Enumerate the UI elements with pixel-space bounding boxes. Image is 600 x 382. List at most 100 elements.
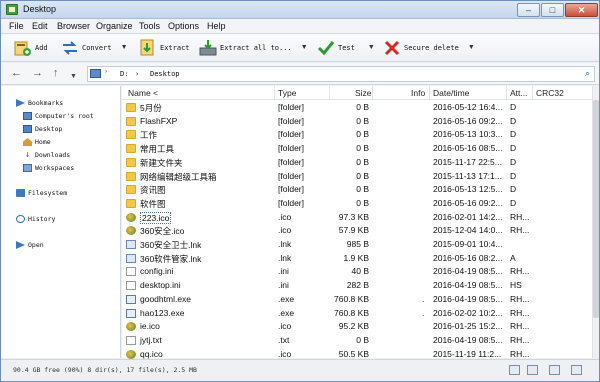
- file-name[interactable]: goodhtml.exe: [140, 294, 191, 304]
- minimize-button[interactable]: –: [517, 3, 540, 17]
- file-row[interactable]: 资讯图 [folder] 0 B 2016-05-13 12:5... D: [122, 183, 592, 197]
- col-separator[interactable]: [274, 86, 275, 100]
- file-name[interactable]: 工作: [140, 129, 157, 141]
- file-row[interactable]: 新建文件夹 [folder] 0 B 2015-11-17 22:5... D: [122, 156, 592, 170]
- file-row[interactable]: 360软件管家.lnk .lnk 1.9 KB 2016-05-16 08:2... A: [122, 252, 592, 266]
- addr-drive[interactable]: D:: [120, 70, 128, 78]
- file-row[interactable]: 360安全.ico .ico 57.9 KB 2015-12-04 14:0... RH…: [122, 224, 592, 238]
- col-info[interactable]: Info: [411, 88, 425, 98]
- file-info: .: [422, 307, 425, 318]
- file-row[interactable]: hao123.exe .exe 760.8 KB. 2016-02-02 10:2..…: [122, 307, 592, 321]
- file-name[interactable]: 资讯图: [140, 184, 166, 196]
- menu-edit[interactable]: Edit: [32, 21, 48, 31]
- file-row[interactable]: 软件图 [folder] 0 B 2016-05-16 09:2... D: [122, 197, 592, 211]
- open-section[interactable]: Open: [16, 241, 44, 249]
- file-row[interactable]: 360安全卫士.lnk .lnk 985 B 2015-09-01 10:4...: [122, 238, 592, 252]
- bookmark-computer-root[interactable]: Computer's root: [23, 112, 94, 120]
- menu-help[interactable]: Help: [207, 21, 226, 31]
- file-name[interactable]: 网络编辑超级工具箱: [140, 171, 217, 183]
- menu-browser[interactable]: Browser: [57, 21, 90, 31]
- window-title: Desktop: [23, 4, 57, 14]
- file-name[interactable]: hao123.exe: [140, 308, 184, 318]
- file-name[interactable]: FlashFXP: [140, 116, 177, 126]
- test-button[interactable]: Test ▼: [317, 36, 375, 60]
- file-name[interactable]: 360软件管家.lnk: [140, 253, 201, 265]
- file-row[interactable]: config.ini .ini 40 B 2016-04-19 08:5... RH..…: [122, 265, 592, 279]
- file-name[interactable]: 360安全卫士.lnk: [140, 239, 201, 251]
- view-details-icon[interactable]: [509, 365, 520, 375]
- file-name[interactable]: qq.ico: [140, 349, 163, 359]
- bookmark-downloads[interactable]: ↓ Downloads: [23, 151, 70, 160]
- col-attr[interactable]: Att...: [510, 88, 527, 98]
- view-thumbnails-icon[interactable]: [549, 365, 560, 375]
- menu-file[interactable]: File: [9, 21, 24, 31]
- view-tiles-icon[interactable]: [571, 365, 582, 375]
- file-row[interactable]: 工作 [folder] 0 B 2016-05-13 10:3... D: [122, 128, 592, 142]
- file-row[interactable]: desktop.ini .ini 282 B 2016-04-19 08:5... HS: [122, 279, 592, 293]
- close-button[interactable]: ✕: [565, 3, 598, 17]
- back-arrow-icon[interactable]: ←: [11, 68, 22, 79]
- scrollbar-thumb[interactable]: [593, 100, 599, 318]
- file-name[interactable]: ie.ico: [140, 321, 160, 331]
- file-name[interactable]: jytj.txt: [140, 335, 162, 345]
- file-name[interactable]: 360安全.ico: [140, 225, 184, 237]
- file-name[interactable]: config.ini: [140, 266, 174, 276]
- add-button[interactable]: Add: [14, 36, 48, 60]
- view-list-icon[interactable]: [527, 365, 538, 375]
- file-row[interactable]: FlashFXP [folder] 0 B 2016-05-16 09:2... D: [122, 115, 592, 129]
- image-file-icon: [126, 322, 136, 332]
- test-dropdown-icon[interactable]: ▼: [368, 44, 375, 51]
- secure-delete-button[interactable]: Secure delete ▼: [383, 36, 475, 60]
- maximize-button[interactable]: □: [541, 3, 564, 17]
- file-date: 2016-05-16 09:2...: [433, 115, 503, 126]
- folder-icon: [126, 130, 136, 140]
- filesystem-section[interactable]: Filesystem: [16, 189, 67, 197]
- file-attr: RH...: [510, 211, 530, 222]
- forward-arrow-icon[interactable]: →: [32, 68, 43, 79]
- col-separator[interactable]: [506, 86, 507, 100]
- extract-all-button[interactable]: Extract all to... ▼: [199, 36, 308, 60]
- col-separator[interactable]: [372, 86, 373, 100]
- file-row[interactable]: 5月份 [folder] 0 B 2016-05-12 16:4... D: [122, 101, 592, 115]
- up-arrow-icon[interactable]: ↑: [53, 68, 59, 79]
- extract-all-dropdown-icon[interactable]: ▼: [301, 44, 308, 51]
- bookmark-home[interactable]: Home: [23, 138, 51, 146]
- menu-organize[interactable]: Organize: [96, 21, 133, 31]
- file-row[interactable]: 网络编辑超级工具箱 [folder] 0 B 2015-11-13 17:1... D: [122, 170, 592, 184]
- vertical-scrollbar[interactable]: [592, 86, 599, 358]
- history-section[interactable]: History: [16, 215, 55, 223]
- address-search-icon[interactable]: ⌕: [585, 68, 590, 79]
- bookmark-workspaces[interactable]: Workspaces: [23, 164, 74, 172]
- secure-delete-dropdown-icon[interactable]: ▼: [468, 44, 475, 51]
- file-name[interactable]: 5月份: [140, 102, 162, 114]
- convert-dropdown-icon[interactable]: ▼: [121, 44, 128, 51]
- col-separator[interactable]: [532, 86, 533, 100]
- col-separator[interactable]: [429, 86, 430, 100]
- file-name[interactable]: desktop.ini: [140, 280, 181, 290]
- addr-path[interactable]: Desktop: [150, 70, 180, 78]
- file-row[interactable]: 常用工具 [folder] 0 B 2016-05-16 08:5... D: [122, 142, 592, 156]
- convert-icon: [61, 39, 79, 57]
- file-name[interactable]: 223.ico: [140, 211, 172, 224]
- file-name[interactable]: 新建文件夹: [140, 157, 183, 169]
- col-size[interactable]: Size: [355, 88, 372, 98]
- file-name[interactable]: 常用工具: [140, 143, 174, 155]
- file-row[interactable]: 223.ico .ico 97.3 KB 2016-02-01 14:2... RH..…: [122, 211, 592, 225]
- col-name[interactable]: Name <: [128, 88, 158, 98]
- col-crc32[interactable]: CRC32: [536, 88, 564, 98]
- address-field[interactable]: › D: › Desktop ⌕: [87, 66, 595, 82]
- file-row[interactable]: ie.ico .ico 95.2 KB 2016-01-25 15:2... RH...: [122, 320, 592, 334]
- col-type[interactable]: Type: [278, 88, 296, 98]
- col-date[interactable]: Date/time: [433, 88, 469, 98]
- menu-options[interactable]: Options: [168, 21, 199, 31]
- file-row[interactable]: jytj.txt .txt 0 B 2016-04-19 08:5... RH...: [122, 334, 592, 348]
- file-name[interactable]: 软件图: [140, 198, 166, 210]
- file-row[interactable]: goodhtml.exe .exe 760.8 KB. 2016-04-19 08:5…: [122, 293, 592, 307]
- nav-dropdown-icon[interactable]: ▼: [70, 71, 77, 82]
- bookmarks-section[interactable]: Bookmarks: [16, 99, 63, 107]
- convert-button[interactable]: Convert ▼: [61, 36, 128, 60]
- extract-button[interactable]: Extract: [139, 36, 190, 60]
- col-separator[interactable]: [329, 86, 330, 100]
- bookmark-desktop[interactable]: Desktop: [23, 125, 62, 133]
- menu-tools[interactable]: Tools: [139, 21, 160, 31]
